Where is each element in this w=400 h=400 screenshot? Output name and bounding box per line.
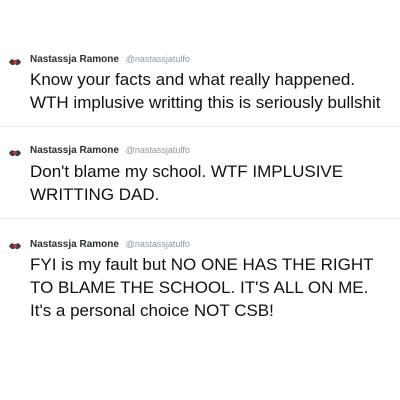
author-name[interactable]: Nastassja Ramone bbox=[30, 145, 119, 156]
avatar-icon[interactable] bbox=[8, 146, 22, 158]
author-handle[interactable]: @nastassjatulfo bbox=[126, 145, 190, 155]
author-name[interactable]: Nastassja Ramone bbox=[30, 54, 119, 65]
tweet-text: Don't blame my school. WTF IMPLUSIVE WRI… bbox=[30, 162, 344, 204]
tweet-text: FYI is my fault but NO ONE HAS THE RIGHT… bbox=[30, 255, 374, 320]
avatar-icon[interactable] bbox=[8, 239, 22, 251]
author-handle[interactable]: @nastassjatulfo bbox=[126, 54, 190, 64]
author-name[interactable]: Nastassja Ramone bbox=[30, 239, 119, 250]
avatar-icon[interactable] bbox=[8, 55, 22, 67]
tweet-text: Know your facts and what really happened… bbox=[30, 70, 381, 112]
author-handle[interactable]: @nastassjatulfo bbox=[126, 239, 190, 249]
tweet-separator bbox=[0, 126, 400, 127]
tweet-separator bbox=[0, 218, 400, 219]
